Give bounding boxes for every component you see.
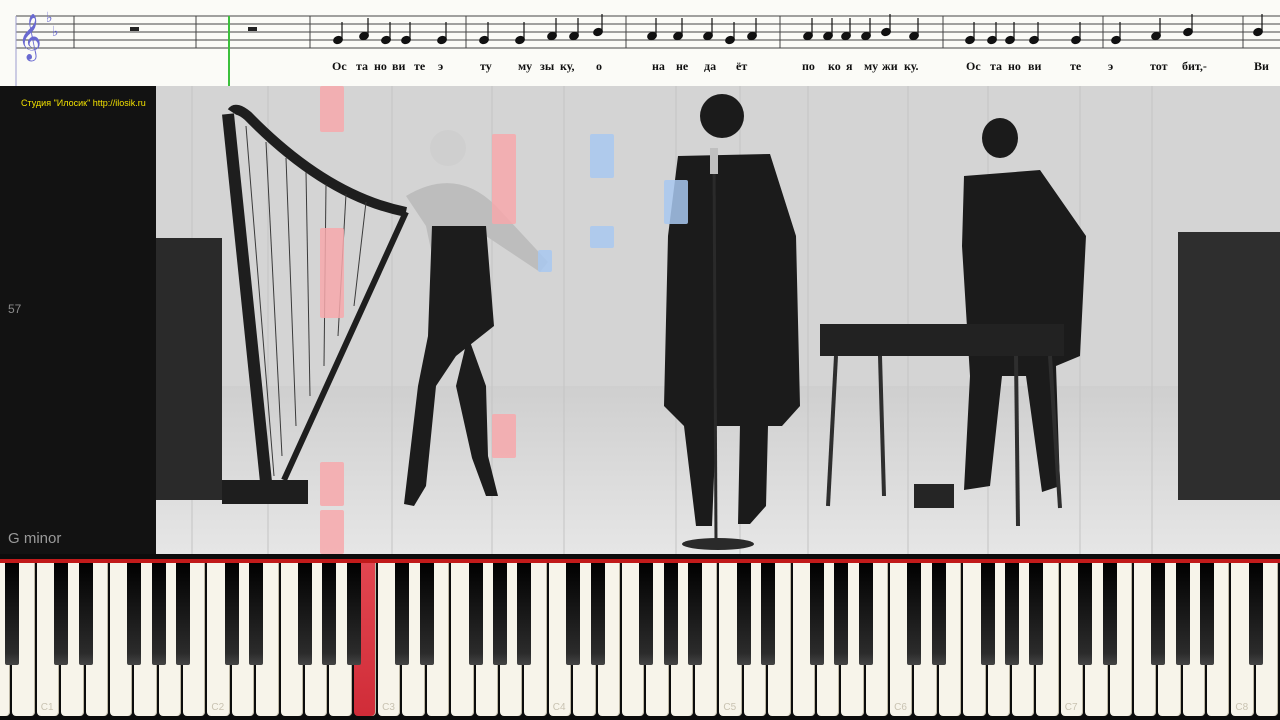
black-key[interactable]	[688, 563, 703, 665]
black-key[interactable]	[249, 563, 264, 665]
black-key[interactable]	[1102, 563, 1117, 665]
lyric-syllable: но	[374, 59, 387, 73]
black-key[interactable]	[663, 563, 678, 665]
black-key[interactable]	[980, 563, 995, 665]
lyric-syllable: бит,-	[1182, 59, 1207, 73]
octave-label: C1	[40, 702, 54, 713]
lyric-syllable: тот	[1150, 59, 1168, 73]
black-key[interactable]	[1005, 563, 1019, 665]
octave-label: C6	[894, 702, 907, 713]
black-key[interactable]	[858, 563, 873, 665]
black-key[interactable]	[151, 563, 166, 665]
black-key[interactable]	[54, 563, 69, 665]
lyric-syllable: ви	[1028, 59, 1042, 73]
lyric-syllable: ви	[392, 59, 406, 73]
lyric-syllable: Ви	[1254, 59, 1269, 73]
music-video-frame: Студия "Илосик" http://ilosik.ru 57 G mi…	[0, 86, 1280, 554]
black-key[interactable]	[809, 563, 824, 665]
black-key[interactable]	[517, 563, 532, 665]
staff: 𝄞 ♭ ♭	[15, 10, 1280, 86]
octave-label: C3	[382, 702, 395, 713]
lyric-syllable: му	[864, 59, 879, 73]
lyric-syllable: зы	[540, 59, 555, 73]
lyric-syllable: му	[518, 59, 533, 73]
black-key[interactable]	[346, 563, 361, 665]
octave-label: C5	[723, 702, 737, 713]
lyric-syllable: ту	[480, 59, 492, 73]
lyric-syllable: по	[802, 59, 815, 73]
black-key[interactable]	[1175, 563, 1190, 665]
black-key[interactable]	[127, 563, 142, 665]
black-key[interactable]	[493, 563, 507, 665]
octave-label: C8	[1235, 702, 1249, 713]
black-key[interactable]	[1151, 563, 1166, 665]
black-key[interactable]	[907, 563, 922, 665]
black-key[interactable]	[639, 563, 654, 665]
lyric-syllable: ёт	[736, 59, 748, 73]
black-key[interactable]	[566, 563, 581, 665]
flat-sign-icon: ♭	[52, 24, 59, 40]
lyric-syllable: те	[414, 59, 426, 73]
black-key[interactable]	[395, 563, 410, 665]
lyric-syllable: э	[438, 59, 444, 73]
black-key[interactable]	[419, 563, 434, 665]
octave-label: C4	[552, 702, 566, 713]
lyric-syllable: ку,	[560, 59, 575, 73]
octave-label: C7	[1064, 702, 1078, 713]
studio-credit: Студия "Илосик" http://ilosik.ru	[21, 98, 146, 108]
lyric-syllable: о	[596, 59, 602, 73]
speaker-left	[156, 238, 222, 500]
lyric-syllable: э	[1108, 59, 1114, 73]
black-key[interactable]	[224, 563, 239, 665]
octave-label: C2	[211, 702, 225, 713]
treble-clef-icon: 𝄞	[18, 14, 42, 62]
lyric-syllable: те	[1070, 59, 1082, 73]
lyric-syllable: не	[676, 59, 689, 73]
lyric-syllable: но	[1008, 59, 1021, 73]
black-key[interactable]	[761, 563, 776, 665]
black-key[interactable]	[931, 563, 946, 665]
lyric-syllable: Ос	[966, 59, 981, 73]
black-key[interactable]	[297, 563, 312, 665]
black-key[interactable]	[1078, 563, 1093, 665]
lyric-syllable: да	[704, 59, 717, 73]
black-key[interactable]	[1200, 563, 1215, 665]
black-key[interactable]	[1029, 563, 1044, 665]
lyric-syllable: я	[846, 59, 853, 73]
measure-number: 57	[8, 302, 22, 316]
lyric-syllable: на	[652, 59, 665, 73]
speaker-right	[1178, 232, 1280, 500]
black-key[interactable]	[736, 563, 751, 665]
lyric-syllable: ку.	[904, 59, 919, 73]
black-key[interactable]	[468, 563, 483, 665]
performance-scene	[156, 86, 1280, 554]
black-key[interactable]	[5, 563, 20, 665]
info-panel: Студия "Илосик" http://ilosik.ru 57 G mi…	[0, 86, 156, 554]
black-key[interactable]	[322, 563, 337, 665]
lyric-syllable: ко	[828, 59, 841, 73]
black-key[interactable]	[834, 563, 849, 665]
sheet-music-strip: 𝄞 ♭ ♭ Ос та но ви те э ту му зы ку, о на не да ёт по ко я…	[0, 0, 1280, 86]
key-signature-label: G minor	[8, 530, 62, 547]
black-key[interactable]	[176, 563, 191, 665]
black-key[interactable]	[78, 563, 93, 665]
lyric-syllable: жи	[882, 59, 898, 73]
black-key[interactable]	[1248, 563, 1263, 665]
lyric-syllable: та	[356, 59, 369, 73]
black-key[interactable]	[590, 563, 605, 665]
lyric-syllable: Ос	[332, 59, 347, 73]
lyric-syllable: та	[990, 59, 1003, 73]
